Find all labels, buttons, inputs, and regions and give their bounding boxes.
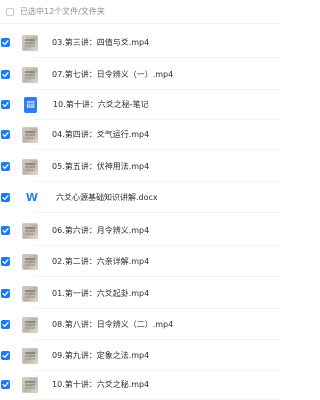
file-name: 六爻心源基础知识讲解.docx	[56, 193, 158, 202]
file-row[interactable]: 04.第四讲：爻气运行.mp4	[0, 119, 280, 150]
checkmark-icon	[2, 382, 9, 387]
row-checkbox-checked[interactable]	[1, 162, 10, 171]
file-row[interactable]: 02.第二讲：六亲详解.mp4	[0, 246, 280, 277]
note-document-icon: ▤	[24, 96, 37, 113]
checkmark-icon	[2, 164, 9, 169]
video-thumbnail-icon	[22, 253, 38, 270]
file-selection-screen: 已选中12个文件/文件夹 03.第三讲：四值与爻.mp4 07.第七讲：日令辨义（…	[0, 0, 280, 400]
file-name: 01.第一讲：六爻起卦.mp4	[52, 289, 150, 298]
row-divider	[34, 212, 280, 213]
row-checkbox-checked[interactable]	[1, 38, 10, 47]
file-row[interactable]: 10.第十讲：六爻之秘.mp4	[0, 369, 280, 400]
video-thumbnail-icon	[22, 126, 38, 143]
checkmark-icon	[2, 40, 9, 45]
video-thumbnail-icon	[22, 66, 38, 83]
selection-header: 已选中12个文件/文件夹	[0, 0, 280, 24]
file-row[interactable]: 01.第一讲：六爻起卦.mp4	[0, 278, 280, 309]
video-thumbnail-icon	[22, 158, 38, 175]
video-thumbnail-icon	[22, 222, 38, 239]
video-thumbnail-icon	[22, 285, 38, 302]
video-thumbnail-icon	[22, 347, 38, 364]
file-name: 05.第五讲：伏神用法.mp4	[52, 162, 150, 171]
word-document-icon: W	[24, 189, 40, 206]
note-document-glyph: ▤	[26, 99, 35, 110]
video-thumbnail-icon	[22, 376, 38, 393]
video-thumbnail-icon	[22, 316, 38, 333]
row-divider	[34, 57, 280, 58]
row-divider	[34, 149, 280, 150]
file-name: 07.第七讲：日令辨义（一）.mp4	[52, 70, 174, 79]
file-name: 08.第八讲：日令辨义（二）.mp4	[52, 320, 174, 329]
row-checkbox-checked[interactable]	[1, 100, 10, 109]
file-row[interactable]: W 六爻心源基础知识讲解.docx	[0, 182, 280, 213]
row-checkbox-checked[interactable]	[1, 351, 10, 360]
select-all-checkbox[interactable]	[6, 7, 14, 16]
row-checkbox-checked[interactable]	[1, 130, 10, 139]
file-row[interactable]: 07.第七讲：日令辨义（一）.mp4	[0, 59, 280, 90]
row-checkbox-checked[interactable]	[1, 380, 10, 389]
file-row[interactable]: ▤ 10.第十讲：六爻之秘-笔记	[0, 89, 280, 120]
file-name: 09.第九讲：定象之法.mp4	[52, 351, 150, 360]
file-name: 03.第三讲：四值与爻.mp4	[52, 38, 150, 47]
file-row[interactable]: 03.第三讲：四值与爻.mp4	[0, 27, 280, 58]
row-checkbox-checked[interactable]	[1, 193, 10, 202]
row-checkbox-checked[interactable]	[1, 320, 10, 329]
file-row[interactable]: 08.第八讲：日令辨义（二）.mp4	[0, 309, 280, 340]
checkmark-icon	[2, 228, 9, 233]
file-row[interactable]: 06.第六讲：月令辨义.mp4	[0, 215, 280, 246]
row-divider	[34, 276, 280, 277]
file-name: 10.第十讲：六爻之秘.mp4	[52, 380, 150, 389]
video-thumbnail-icon	[22, 34, 38, 51]
checkmark-icon	[2, 322, 9, 327]
file-name: 10.第十讲：六爻之秘-笔记	[53, 100, 149, 109]
file-row[interactable]: 05.第五讲：伏神用法.mp4	[0, 151, 280, 182]
row-checkbox-checked[interactable]	[1, 257, 10, 266]
checkmark-icon	[2, 353, 9, 358]
row-checkbox-checked[interactable]	[1, 289, 10, 298]
checkmark-icon	[2, 291, 9, 296]
row-checkbox-checked[interactable]	[1, 70, 10, 79]
file-row[interactable]: 09.第九讲：定象之法.mp4	[0, 340, 280, 371]
checkmark-icon	[2, 259, 9, 264]
row-checkbox-checked[interactable]	[1, 226, 10, 235]
selection-count-label: 已选中12个文件/文件夹	[20, 7, 105, 16]
file-name: 04.第四讲：爻气运行.mp4	[52, 130, 150, 139]
file-name: 02.第二讲：六亲详解.mp4	[52, 257, 150, 266]
file-name: 06.第六讲：月令辨义.mp4	[52, 226, 150, 235]
checkmark-icon	[2, 72, 9, 77]
checkmark-icon	[2, 102, 9, 107]
checkmark-icon	[2, 132, 9, 137]
checkmark-icon	[2, 195, 9, 200]
word-document-glyph: W	[25, 190, 39, 204]
